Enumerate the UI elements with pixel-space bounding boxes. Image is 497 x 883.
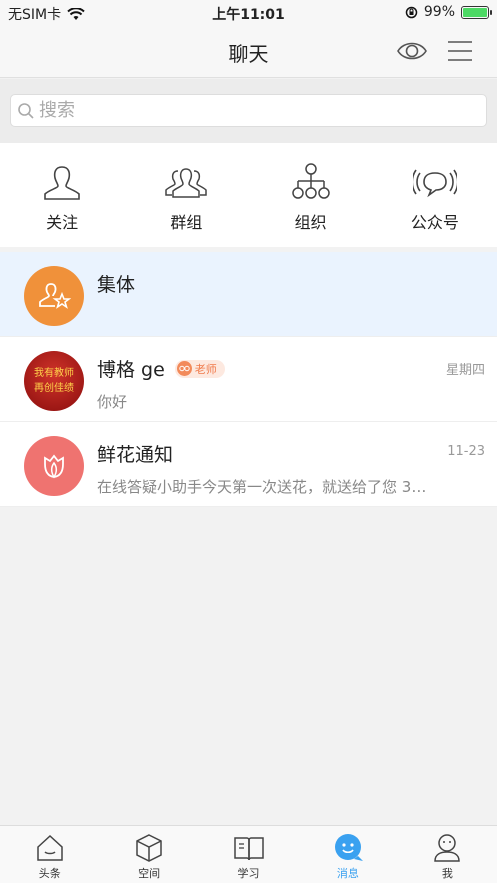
quick-follow[interactable]: 关注	[0, 143, 124, 247]
orientation-lock-icon	[405, 6, 418, 18]
group-icon	[165, 168, 208, 198]
search-area	[0, 79, 497, 143]
tab-label: 空间	[138, 867, 161, 880]
status-bar: 无SIM卡 上午11:01 99%	[0, 0, 497, 26]
tab-label: 头条	[38, 867, 61, 880]
home-icon	[36, 834, 63, 861]
nav-bar: 聊天	[0, 26, 497, 78]
flower-icon	[44, 454, 64, 479]
tab-label: 消息	[336, 867, 359, 880]
tab-study[interactable]: 学习	[199, 826, 298, 883]
chat-name: 集体	[97, 274, 136, 296]
chat-preview: 在线答疑小助手今天第一次送花，就送给了您 3…	[97, 478, 427, 496]
tab-me[interactable]: 我	[398, 826, 497, 883]
search-input[interactable]	[39, 100, 439, 121]
tab-bar: 头条 空间 学习 消息 我	[0, 825, 497, 883]
chat-row-flower[interactable]: 鲜花通知 11-23 在线答疑小助手今天第一次送花，就送给了您 3…	[0, 422, 497, 507]
battery-percent: 99%	[423, 4, 455, 20]
quick-label: 关注	[46, 213, 79, 232]
group-avatar	[24, 266, 84, 326]
search-icon	[18, 102, 34, 119]
group-star-icon	[39, 283, 71, 309]
teacher-badge: 老师	[174, 359, 225, 378]
org-chart-icon	[291, 163, 330, 199]
tab-headlines[interactable]: 头条	[0, 826, 99, 883]
quick-entries: 关注 群组 组织 公众号	[0, 143, 497, 247]
search-box[interactable]	[10, 94, 487, 127]
chat-time: 11-23	[447, 444, 485, 459]
flower-avatar	[24, 436, 84, 496]
eye-icon[interactable]	[396, 38, 428, 64]
person-icon	[44, 166, 80, 200]
menu-icon[interactable]	[446, 38, 474, 64]
quick-label: 公众号	[410, 213, 459, 232]
chat-name: 鲜花通知	[97, 444, 174, 466]
glasses-icon	[176, 361, 192, 376]
profile-icon	[434, 834, 461, 862]
battery-icon	[461, 5, 492, 19]
broadcast-icon	[412, 169, 457, 198]
quick-label: 组织	[294, 213, 327, 232]
chat-preview: 你好	[97, 393, 128, 411]
tab-label: 我	[441, 867, 453, 880]
chat-row-bogege[interactable]: 我有教师 再创佳绩 博格 ge 老师 星期四 你好	[0, 337, 497, 422]
avatar-text: 我有教师 再创佳绩	[34, 368, 74, 394]
message-icon	[334, 834, 363, 861]
tab-space[interactable]: 空间	[99, 826, 198, 883]
quick-label: 群组	[170, 213, 203, 232]
teacher-avatar: 我有教师 再创佳绩	[24, 351, 84, 411]
tab-messages[interactable]: 消息	[298, 826, 397, 883]
quick-groups[interactable]: 群组	[124, 143, 248, 247]
cube-icon	[136, 834, 162, 862]
quick-organization[interactable]: 组织	[249, 143, 373, 247]
chat-name: 博格 ge 老师	[97, 355, 225, 382]
tab-label: 学习	[237, 867, 260, 880]
chat-row-group[interactable]: 集体	[0, 252, 497, 337]
quick-official-accounts[interactable]: 公众号	[373, 143, 497, 247]
book-icon	[233, 837, 264, 861]
chat-time: 星期四	[445, 363, 485, 378]
chat-list: 集体 我有教师 再创佳绩 博格 ge 老师 星期四 你好 鲜花通知 11-23 …	[0, 252, 497, 507]
